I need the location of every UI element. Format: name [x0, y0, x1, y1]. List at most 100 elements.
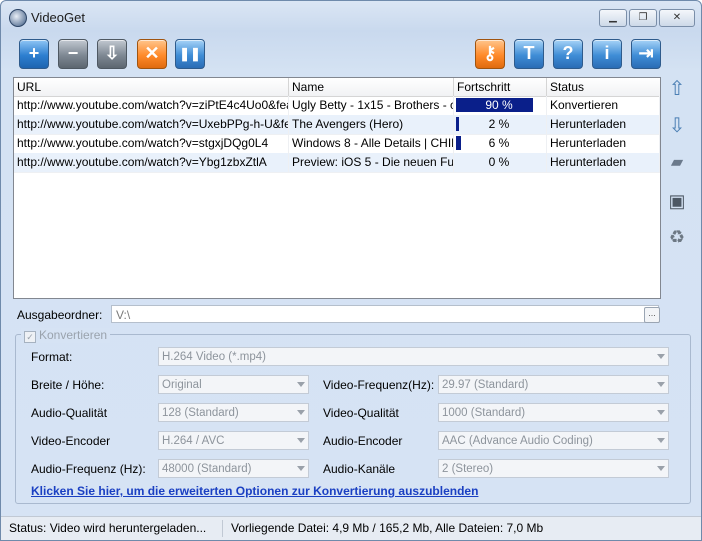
move-down-icon: ⇩ — [668, 115, 686, 137]
remove-button[interactable]: − — [58, 39, 88, 69]
chevron-down-icon — [297, 438, 305, 443]
browse-button[interactable]: ... — [644, 307, 660, 323]
convert-checkbox[interactable]: ✓ — [24, 331, 36, 343]
audio-channels-select[interactable]: 2 (Stereo) — [438, 459, 669, 478]
maximize-button[interactable]: ❐ — [629, 9, 657, 27]
info-icon: i — [604, 43, 610, 63]
recycle-bin-button[interactable]: ♻ — [666, 226, 688, 248]
row-url: http://www.youtube.com/watch?v=UxebPPg-h… — [14, 115, 289, 134]
column-header-status[interactable]: Status — [547, 78, 660, 96]
video-frequency-value: 29.97 (Standard) — [442, 379, 529, 391]
progress-bar: 6 % — [456, 136, 542, 150]
convert-checkbox-row[interactable]: ✓ Konvertieren — [21, 328, 111, 343]
row-name: The Avengers (Hero) — [289, 115, 454, 134]
tools-button[interactable]: T — [514, 39, 544, 69]
close-button[interactable]: ✕ — [659, 9, 695, 27]
audio-channels-label: Audio-Kanäle — [323, 462, 396, 476]
minimize-button[interactable]: ▁ — [599, 9, 627, 27]
status-text: Status: Video wird heruntergeladen... — [3, 520, 223, 537]
video-quality-select[interactable]: 1000 (Standard) — [438, 403, 669, 422]
add-button[interactable]: + — [19, 39, 49, 69]
chevron-down-icon — [657, 410, 665, 415]
row-name: Ugly Betty - 1x15 - Brothers - clip — [289, 96, 454, 115]
app-window: VideoGet ▁ ❐ ✕ + − ⇩ ✕ ❚❚ ⚷ T ? i ⇥ URL … — [0, 0, 702, 541]
audio-encoder-select[interactable]: AAC (Advance Audio Coding) — [438, 431, 669, 450]
output-folder-input[interactable]: V:\ — [111, 305, 659, 323]
table-row[interactable]: http://www.youtube.com/watch?v=ziPtE4c4U… — [14, 96, 660, 116]
save-icon: ▣ — [668, 191, 686, 211]
column-header-url[interactable]: URL — [14, 78, 289, 96]
progress-text: 0 % — [488, 155, 510, 169]
chevron-down-icon — [297, 382, 305, 387]
help-icon: ? — [562, 43, 574, 63]
key-icon: ⚷ — [483, 43, 497, 63]
row-url: http://www.youtube.com/watch?v=ziPtE4c4U… — [14, 96, 289, 115]
row-name: Preview: iOS 5 - Die neuen Funkti — [289, 153, 454, 172]
info-button[interactable]: i — [592, 39, 622, 69]
video-frequency-select[interactable]: 29.97 (Standard) — [438, 375, 669, 394]
table-row[interactable]: http://www.youtube.com/watch?v=stgxjDQg0… — [14, 134, 660, 154]
download-list[interactable]: URL Name Fortschritt Status http://www.y… — [13, 77, 661, 299]
row-url: http://www.youtube.com/watch?v=Ybg1zbxZt… — [14, 153, 289, 172]
exit-button[interactable]: ⇥ — [631, 39, 661, 69]
video-encoder-select[interactable]: H.264 / AVC — [158, 431, 309, 450]
list-header: URL Name Fortschritt Status — [14, 78, 660, 97]
save-button[interactable]: ▣ — [666, 190, 688, 212]
cancel-icon: ✕ — [144, 43, 160, 63]
pause-button[interactable]: ❚❚ — [175, 39, 205, 69]
progress-bar: 90 % — [456, 98, 542, 112]
column-header-name[interactable]: Name — [289, 78, 454, 96]
width-height-select[interactable]: Original — [158, 375, 309, 394]
progress-bar: 2 % — [456, 117, 542, 131]
tools-icon: T — [523, 43, 535, 63]
move-up-icon: ⇧ — [668, 78, 686, 100]
audio-quality-label: Audio-Qualität — [31, 406, 108, 420]
audio-frequency-select[interactable]: 48000 (Standard) — [158, 459, 309, 478]
window-title: VideoGet — [31, 10, 85, 25]
add-icon: + — [28, 43, 40, 63]
format-select[interactable]: H.264 Video (*.mp4) — [158, 347, 669, 366]
table-row[interactable]: http://www.youtube.com/watch?v=UxebPPg-h… — [14, 115, 660, 135]
format-label: Format: — [31, 350, 73, 364]
progress-text: 6 % — [488, 136, 510, 150]
row-progress: 6 % — [454, 134, 547, 153]
video-encoder-label: Video-Encoder — [31, 434, 111, 448]
output-folder-label: Ausgabeordner: — [17, 308, 103, 322]
column-header-progress[interactable]: Fortschritt — [454, 78, 547, 96]
format-value: H.264 Video (*.mp4) — [162, 351, 266, 363]
move-down-button[interactable]: ⇩ — [666, 115, 688, 137]
cancel-button[interactable]: ✕ — [137, 39, 167, 69]
table-row[interactable]: http://www.youtube.com/watch?v=Ybg1zbxZt… — [14, 153, 660, 173]
row-url: http://www.youtube.com/watch?v=stgxjDQg0… — [14, 134, 289, 153]
audio-quality-value: 128 (Standard) — [162, 407, 239, 419]
width-height-label: Breite / Höhe: — [31, 378, 105, 392]
download-button[interactable]: ⇩ — [97, 39, 127, 69]
open-folder-button[interactable]: ▰ — [666, 152, 688, 174]
progress-text: 2 % — [488, 117, 510, 131]
hide-advanced-options-link[interactable]: Klicken Sie hier, um die erweiterten Opt… — [31, 484, 478, 498]
title-bar: VideoGet ▁ ❐ ✕ — [1, 1, 701, 31]
convert-checkbox-label: Konvertieren — [39, 328, 108, 342]
audio-quality-select[interactable]: 128 (Standard) — [158, 403, 309, 422]
chevron-down-icon — [657, 438, 665, 443]
help-button[interactable]: ? — [553, 39, 583, 69]
video-quality-value: 1000 (Standard) — [442, 407, 526, 419]
download-icon: ⇩ — [104, 43, 120, 63]
audio-frequency-value: 48000 (Standard) — [162, 463, 252, 475]
row-progress: 90 % — [454, 96, 547, 115]
width-height-value: Original — [162, 379, 202, 391]
chevron-down-icon — [297, 410, 305, 415]
row-status: Herunterladen — [547, 153, 660, 172]
video-quality-label: Video-Qualität — [323, 406, 399, 420]
key-button[interactable]: ⚷ — [475, 39, 505, 69]
video-frequency-label: Video-Frequenz(Hz): — [323, 378, 435, 392]
row-status: Herunterladen — [547, 134, 660, 153]
recycle-bin-icon: ♻ — [668, 227, 686, 247]
move-up-button[interactable]: ⇧ — [666, 78, 688, 100]
row-status: Herunterladen — [547, 115, 660, 134]
row-progress: 0 % — [454, 153, 547, 172]
app-icon — [9, 9, 27, 27]
row-progress: 2 % — [454, 115, 547, 134]
audio-encoder-label: Audio-Encoder — [323, 434, 403, 448]
video-encoder-value: H.264 / AVC — [162, 435, 225, 447]
